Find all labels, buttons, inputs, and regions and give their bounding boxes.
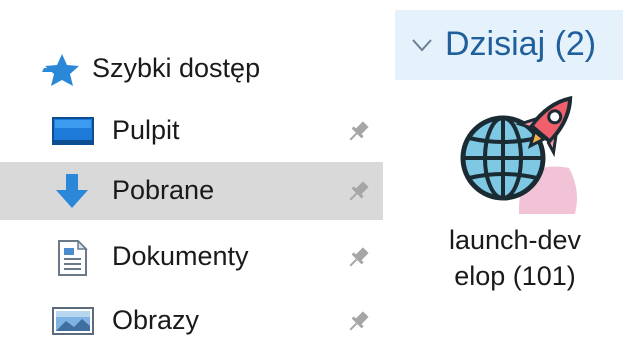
file-name-line: elop (101) bbox=[454, 261, 576, 291]
group-title: Dzisiaj (2) bbox=[445, 25, 597, 63]
nav-item-pulpit[interactable]: Pulpit bbox=[0, 102, 383, 160]
chevron-down-icon[interactable] bbox=[411, 37, 433, 53]
star-icon bbox=[42, 54, 79, 86]
pin-icon[interactable] bbox=[345, 245, 371, 271]
pin-icon[interactable] bbox=[345, 119, 371, 145]
nav-item-label: Pobrane bbox=[112, 175, 215, 205]
nav-item-label: Obrazy bbox=[112, 305, 200, 335]
file-name: launch-dev elop (101) bbox=[425, 222, 605, 294]
pictures-icon bbox=[52, 307, 94, 335]
document-icon bbox=[58, 240, 88, 276]
nav-item-label: Szybki dostęp bbox=[92, 53, 261, 83]
file-name-line: launch-dev bbox=[448, 225, 582, 255]
nav-item-quick-access[interactable]: Szybki dostęp bbox=[0, 40, 383, 98]
nav-item-label: Dokumenty bbox=[112, 241, 249, 271]
globe-rocket-icon bbox=[460, 95, 577, 214]
download-arrow-icon bbox=[56, 174, 88, 208]
pin-icon[interactable] bbox=[345, 179, 371, 205]
file-list-pane: Dzisiaj (2) launch-dev elop (101) bbox=[395, 0, 623, 351]
nav-item-label: Pulpit bbox=[112, 115, 180, 145]
pin-icon[interactable] bbox=[345, 309, 371, 335]
nav-item-pobrane[interactable]: Pobrane bbox=[0, 162, 383, 220]
navigation-pane: Szybki dostęp Pulpit Pobrane Dokumenty O… bbox=[0, 0, 383, 351]
desktop-icon bbox=[52, 117, 94, 145]
nav-item-obrazy[interactable]: Obrazy bbox=[0, 292, 383, 350]
nav-item-dokumenty[interactable]: Dokumenty bbox=[0, 228, 383, 286]
group-header-today[interactable]: Dzisiaj (2) bbox=[395, 10, 623, 80]
